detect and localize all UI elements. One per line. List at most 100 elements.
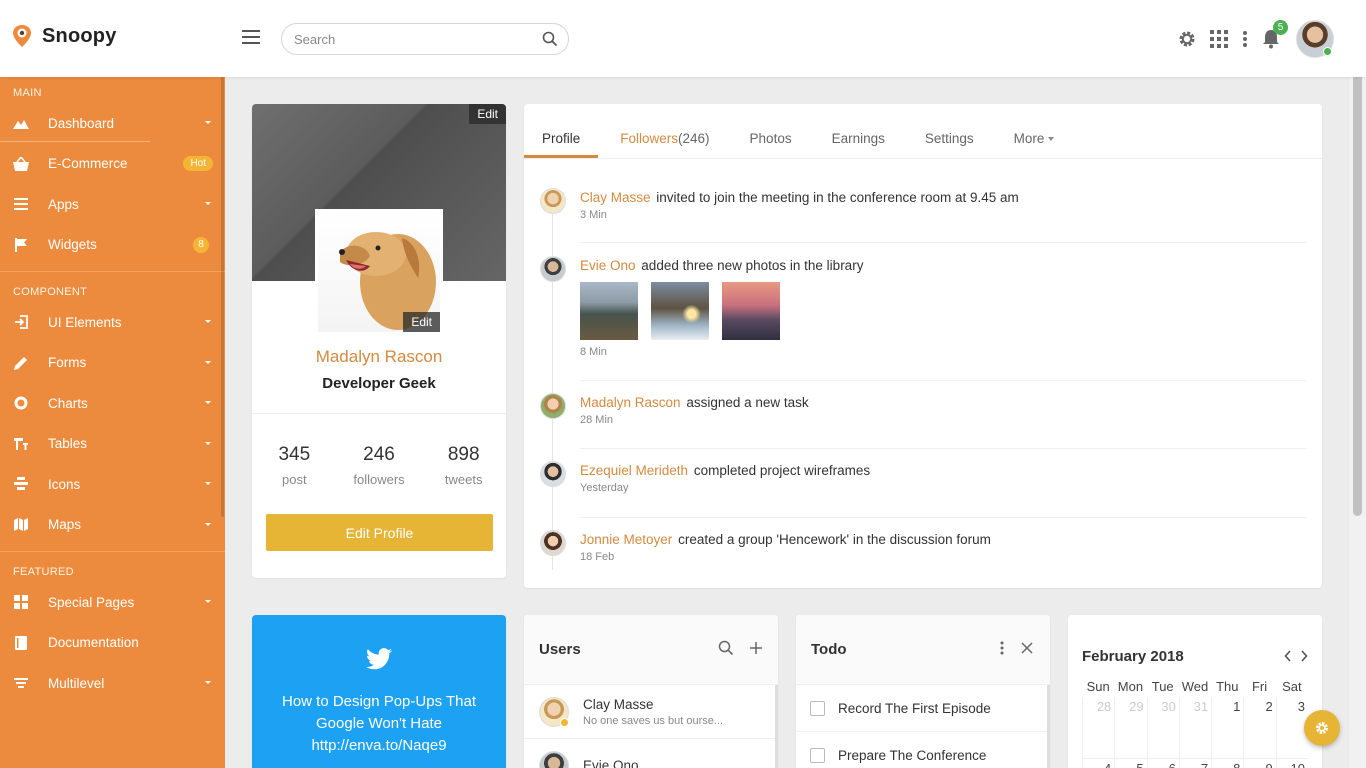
activity-avatar[interactable] <box>540 393 566 419</box>
library-photo[interactable] <box>651 282 709 340</box>
timeline-divider <box>580 517 1306 518</box>
tab-profile[interactable]: Profile <box>524 104 599 158</box>
sidebar-item-documentation[interactable]: Documentation <box>0 623 225 664</box>
calendar-day[interactable]: 31 <box>1178 697 1212 759</box>
users-card-header: Users <box>524 615 778 685</box>
sidebar-item-forms[interactable]: Forms <box>0 343 225 384</box>
activity-user-link[interactable]: Jonnie Metoyer <box>580 532 672 547</box>
activity-avatar[interactable] <box>540 461 566 487</box>
user-avatar <box>539 696 569 727</box>
activity-user-link[interactable]: Clay Masse <box>580 190 651 205</box>
snoopy-logo-icon <box>13 25 31 47</box>
profile-card: Edit Edit Madalyn Rascon Developer Geek … <box>252 104 506 578</box>
settings-gear-icon[interactable] <box>1176 28 1198 50</box>
calendar-day[interactable]: 10 <box>1275 759 1308 768</box>
page-scrollbar[interactable] <box>1349 0 1366 768</box>
calendar-day[interactable]: 8 <box>1211 759 1243 768</box>
calendar-day[interactable]: 7 <box>1178 759 1211 768</box>
calendar-day[interactable]: 2 <box>1243 697 1276 759</box>
sidebar-item-charts[interactable]: Charts <box>0 383 225 424</box>
list-icon <box>13 196 29 212</box>
activity-user-link[interactable]: Evie Ono <box>580 258 636 273</box>
search-icon[interactable] <box>542 31 558 47</box>
tab-settings[interactable]: Settings <box>907 104 992 158</box>
sidebar-item-icons[interactable]: Icons <box>0 464 225 505</box>
calendar-day[interactable]: 4 <box>1082 759 1114 768</box>
user-list-item[interactable]: Evie Ono <box>524 739 778 768</box>
tab-photos[interactable]: Photos <box>732 104 810 158</box>
sidebar-item-maps[interactable]: Maps <box>0 505 225 546</box>
menu-toggle-icon[interactable] <box>242 30 260 44</box>
activity-user-link[interactable]: Ezequiel Merideth <box>580 463 688 478</box>
photo-edit-button[interactable]: Edit <box>403 312 440 332</box>
chevron-down-icon <box>205 360 211 364</box>
stat-followers: 246 followers <box>353 444 405 487</box>
sidebar-item-tables[interactable]: Tables <box>0 424 225 465</box>
library-photo[interactable] <box>580 282 638 340</box>
sidebar-item-ecommerce[interactable]: E-Commerce Hot <box>0 144 225 185</box>
add-user-icon[interactable] <box>748 640 764 656</box>
page-scrollbar-thumb[interactable] <box>1353 2 1362 516</box>
cover-edit-button[interactable]: Edit <box>469 104 506 124</box>
profile-stats: 345 post 246 followers 898 tweets <box>252 413 506 487</box>
activity-avatar[interactable] <box>540 530 566 556</box>
edit-profile-button[interactable]: Edit Profile <box>266 514 493 551</box>
mountain-icon <box>13 115 29 131</box>
calendar-day[interactable]: 6 <box>1146 759 1179 768</box>
search-input[interactable] <box>294 24 534 54</box>
chevron-down-icon <box>205 401 211 404</box>
tab-followers[interactable]: Followers(246) <box>602 104 727 158</box>
caret-down-icon <box>1048 137 1055 142</box>
calendar-day[interactable]: 9 <box>1243 759 1275 768</box>
activity-user-link[interactable]: Madalyn Rascon <box>580 395 681 410</box>
sidebar-item-special-pages[interactable]: Special Pages <box>0 582 225 623</box>
calendar-day[interactable]: 29 <box>1114 697 1147 759</box>
chevron-right-icon[interactable] <box>1300 649 1308 662</box>
calendar-day[interactable]: 5 <box>1114 759 1146 768</box>
todo-card: Todo Record The First Episode Prepare Th… <box>796 615 1050 768</box>
todo-checkbox[interactable] <box>810 700 825 716</box>
sidebar-item-multilevel[interactable]: Multilevel <box>0 663 225 704</box>
sidebar-item-widgets[interactable]: Widgets 8 <box>0 225 225 266</box>
sidebar-item-dashboard[interactable]: Dashboard <box>0 103 225 144</box>
todo-item: Record The First Episode <box>796 685 1050 732</box>
chevron-down-icon <box>205 522 211 526</box>
chevron-left-icon[interactable] <box>1284 649 1292 662</box>
activity-avatar[interactable] <box>540 256 566 282</box>
tweet-text: How to Design Pop-Ups That Google Won't … <box>282 693 476 754</box>
profile-photo: Edit <box>315 209 443 335</box>
calendar-day[interactable]: 30 <box>1146 697 1179 759</box>
user-list-item[interactable]: Clay Masse No one saves us but ourse... <box>524 685 778 739</box>
chevron-down-icon <box>205 202 211 205</box>
brand[interactable]: Snoopy <box>12 24 117 48</box>
search-icon[interactable] <box>718 640 734 656</box>
twitter-bird-icon <box>366 648 392 670</box>
users-scrollbar[interactable] <box>775 685 778 768</box>
todo-scrollbar[interactable] <box>1047 685 1050 768</box>
activity-avatar[interactable] <box>540 188 566 214</box>
login-icon <box>13 314 29 330</box>
notifications-bell-icon[interactable]: 5 <box>1260 20 1288 50</box>
tab-earnings[interactable]: Earnings <box>814 104 903 158</box>
tab-more[interactable]: More <box>996 104 1073 158</box>
close-icon[interactable] <box>1020 641 1036 657</box>
calendar-grid: Sun Mon Tue Wed Thu Fri Sat 28 29 30 31 … <box>1082 677 1308 768</box>
sidebar-item-apps[interactable]: Apps <box>0 184 225 225</box>
profile-tabs: Profile Followers(246) Photos Earnings S… <box>524 104 1322 159</box>
library-photo[interactable] <box>722 282 780 340</box>
calendar-day[interactable]: 1 <box>1211 697 1244 759</box>
todo-checkbox[interactable] <box>810 747 825 763</box>
floating-settings-button[interactable] <box>1304 710 1340 746</box>
todo-title: Todo <box>811 641 847 658</box>
apps-grid-icon[interactable] <box>1208 28 1230 50</box>
profile-name: Madalyn Rascon <box>315 347 443 366</box>
chevron-down-icon <box>205 681 211 684</box>
sidebar-divider <box>0 271 225 272</box>
calendar-day[interactable]: 28 <box>1082 697 1115 759</box>
sidebar-scrollbar[interactable] <box>221 77 224 517</box>
sidebar-item-ui-elements[interactable]: UI Elements <box>0 302 225 343</box>
chevron-down-icon <box>205 320 211 323</box>
user-avatar[interactable] <box>1296 20 1334 58</box>
more-vertical-icon[interactable] <box>1240 28 1250 50</box>
more-vertical-icon[interactable] <box>1000 641 1006 657</box>
